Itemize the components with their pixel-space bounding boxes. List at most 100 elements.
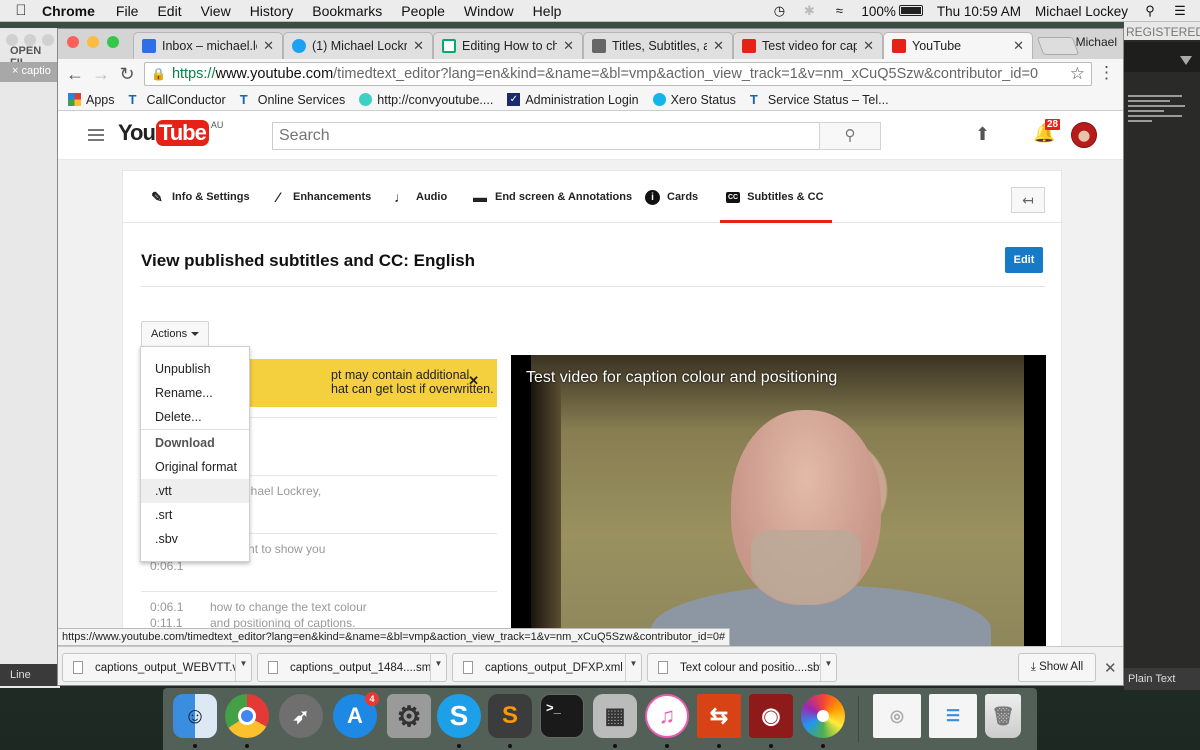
maximize-window-button[interactable] bbox=[107, 36, 119, 48]
profile-button[interactable]: Michael bbox=[1076, 35, 1117, 49]
bookmark-service-status[interactable]: T Service Status – Tel... bbox=[750, 93, 889, 107]
download-options-caret-icon[interactable]: ▼ bbox=[625, 654, 641, 681]
menu-window[interactable]: Window bbox=[464, 3, 514, 19]
dock-launchpad[interactable]: ➶ bbox=[279, 694, 323, 738]
tab-info-settings[interactable]: ✎ Info & Settings bbox=[149, 190, 249, 223]
close-tab-icon[interactable]: ✕ bbox=[263, 38, 274, 54]
dock-document-thumbnail-1[interactable]: ◎ bbox=[873, 694, 921, 738]
new-tab-button[interactable] bbox=[1036, 37, 1080, 55]
download-options-caret-icon[interactable]: ▼ bbox=[430, 654, 446, 681]
menu-history[interactable]: History bbox=[250, 3, 294, 19]
close-tab-icon[interactable]: ✕ bbox=[413, 38, 424, 54]
youtube-logo[interactable]: You Tube AU bbox=[118, 120, 223, 146]
bookmark-apps[interactable]: Apps bbox=[68, 93, 115, 107]
dock-itunes[interactable]: ♫ bbox=[645, 694, 689, 738]
account-avatar[interactable] bbox=[1071, 122, 1097, 148]
upload-icon[interactable]: ⬆ bbox=[975, 124, 990, 145]
spotlight-search-icon[interactable]: ⚲ bbox=[1142, 3, 1158, 19]
menu-item-unpublish[interactable]: Unpublish bbox=[141, 357, 249, 381]
search-button[interactable]: ⚲ bbox=[819, 122, 881, 150]
menu-app-name[interactable]: Chrome bbox=[42, 3, 95, 19]
guide-menu-icon[interactable] bbox=[88, 126, 104, 144]
menu-people[interactable]: People bbox=[401, 3, 445, 19]
open-file-item[interactable]: × captio bbox=[0, 62, 60, 82]
dock-document-thumbnail-2[interactable]: ☰ bbox=[929, 694, 977, 738]
bookmark-administration-login[interactable]: ✓ Administration Login bbox=[507, 93, 639, 107]
tab-enhancements[interactable]: ⁄ Enhancements bbox=[270, 190, 371, 223]
dock-skype[interactable]: S bbox=[437, 694, 481, 738]
forward-arrow-icon[interactable]: → bbox=[90, 63, 112, 85]
tab-subtitles-cc[interactable]: CC Subtitles & CC bbox=[720, 191, 832, 223]
dock-sublime-text[interactable]: S bbox=[488, 694, 532, 738]
bookmark-star-icon[interactable]: ☆ bbox=[1070, 64, 1085, 84]
dock-video-editor[interactable]: ▦ bbox=[593, 694, 637, 738]
dock-chrome[interactable] bbox=[225, 694, 269, 738]
dismiss-warning-icon[interactable]: ✕ bbox=[468, 374, 479, 388]
menu-bookmarks[interactable]: Bookmarks bbox=[312, 3, 382, 19]
menu-item-srt[interactable]: .srt bbox=[141, 503, 249, 527]
close-window-button[interactable] bbox=[67, 36, 79, 48]
close-tab-icon[interactable]: ✕ bbox=[1013, 38, 1024, 54]
browser-tab-active[interactable]: YouTube ✕ bbox=[883, 32, 1033, 59]
edit-button[interactable]: Edit bbox=[1005, 247, 1043, 273]
dock-system-preferences[interactable]: ⚙ bbox=[387, 694, 431, 738]
dock-trash[interactable]: 🗑 bbox=[985, 694, 1021, 738]
back-arrow-icon[interactable]: ← bbox=[64, 63, 86, 85]
syntax-status[interactable]: Plain Text bbox=[1124, 668, 1200, 690]
tab-cards[interactable]: i Cards bbox=[645, 190, 698, 223]
bookmark-online-services[interactable]: T Online Services bbox=[240, 93, 346, 107]
browser-tab[interactable]: Inbox – michael.loc ✕ bbox=[133, 32, 283, 59]
download-item[interactable]: Text colour and positio....sbv ▼ bbox=[647, 653, 837, 682]
dock-finder[interactable]: ☺ bbox=[173, 694, 217, 738]
menu-item-delete[interactable]: Delete... bbox=[141, 405, 249, 429]
dropdown-arrow-icon[interactable] bbox=[1180, 56, 1192, 65]
menu-item-sbv[interactable]: .sbv bbox=[141, 527, 249, 551]
menu-item-original-format[interactable]: Original format bbox=[141, 455, 249, 479]
clock[interactable]: Thu 10:59 AM bbox=[937, 4, 1021, 19]
battery-status[interactable]: 100% bbox=[861, 4, 923, 19]
menu-edit[interactable]: Edit bbox=[157, 3, 181, 19]
bookmark-callconductor[interactable]: T CallConductor bbox=[129, 93, 226, 107]
menu-help[interactable]: Help bbox=[533, 3, 562, 19]
menu-item-rename[interactable]: Rename... bbox=[141, 381, 249, 405]
bookmark-convyoutube[interactable]: http://convyoutube.... bbox=[359, 93, 493, 107]
dock-photos[interactable] bbox=[801, 694, 845, 738]
browser-tab[interactable]: Test video for capt ✕ bbox=[733, 32, 883, 59]
download-options-caret-icon[interactable]: ▼ bbox=[235, 654, 251, 681]
bookmark-xero-status[interactable]: Xero Status bbox=[652, 93, 736, 107]
close-shelf-icon[interactable]: ✕ bbox=[1104, 659, 1117, 677]
minimize-window-button[interactable] bbox=[87, 36, 99, 48]
download-options-caret-icon[interactable]: ▼ bbox=[820, 654, 836, 681]
download-item[interactable]: captions_output_DFXP.xml ▼ bbox=[452, 653, 642, 682]
bluetooth-icon[interactable]: ✱ bbox=[801, 3, 817, 19]
menu-view[interactable]: View bbox=[201, 3, 231, 19]
wifi-icon[interactable]: ≈ bbox=[831, 3, 847, 19]
video-player[interactable]: Test video for caption colour and positi… bbox=[511, 355, 1046, 655]
browser-tab[interactable]: Editing How to cha ✕ bbox=[433, 32, 583, 59]
dock-photo-booth[interactable]: ◉ bbox=[749, 694, 793, 738]
user-name[interactable]: Michael Lockey bbox=[1035, 4, 1128, 19]
search-input[interactable] bbox=[272, 122, 820, 150]
time-machine-icon[interactable]: ◷ bbox=[771, 3, 787, 19]
show-all-downloads-button[interactable]: ⤓ Show All bbox=[1018, 653, 1096, 682]
apple-icon[interactable]:  bbox=[0, 2, 42, 19]
tab-end-screen-annotations[interactable]: ▬ End screen & Annotations bbox=[472, 190, 632, 223]
menu-item-vtt[interactable]: .vtt bbox=[141, 479, 249, 503]
download-item[interactable]: captions_output_1484....smi ▼ bbox=[257, 653, 447, 682]
dock-terminal[interactable]: >_ bbox=[540, 694, 584, 738]
reload-icon[interactable]: ↻ bbox=[116, 63, 138, 85]
close-tab-icon[interactable]: ✕ bbox=[863, 38, 874, 54]
notification-center-icon[interactable]: ☰ bbox=[1172, 3, 1188, 19]
close-tab-icon[interactable]: ✕ bbox=[713, 38, 724, 54]
chrome-menu-icon[interactable]: ⋮ bbox=[1098, 63, 1115, 83]
back-button[interactable]: ↤ bbox=[1011, 187, 1045, 213]
tab-audio[interactable]: ♩ Audio bbox=[393, 190, 447, 223]
address-bar[interactable]: 🔒 https://www.youtube.com/timedtext_edit… bbox=[144, 62, 1092, 86]
dock-remote-desktop[interactable]: ⇆ bbox=[697, 694, 741, 738]
close-tab-icon[interactable]: ✕ bbox=[563, 38, 574, 54]
download-item[interactable]: captions_output_WEBVTT.vtt ▼ bbox=[62, 653, 252, 682]
menu-file[interactable]: File bbox=[116, 3, 139, 19]
actions-dropdown-button[interactable]: Actions bbox=[141, 321, 209, 347]
browser-tab[interactable]: Titles, Subtitles, ar ✕ bbox=[583, 32, 733, 59]
browser-tab[interactable]: (1) Michael Lockre ✕ bbox=[283, 32, 433, 59]
